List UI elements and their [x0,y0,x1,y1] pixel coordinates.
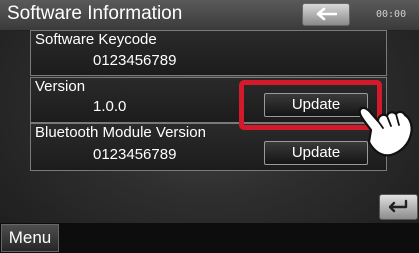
bluetooth-module-version-value: 0123456789 [93,146,177,163]
return-button[interactable] [379,194,418,220]
version-value: 1.0.0 [93,98,127,115]
bluetooth-module-version-label: Bluetooth Module Version [35,124,206,141]
clock: 00:00 [376,9,407,20]
back-button[interactable] [302,3,350,26]
menu-button[interactable]: Menu [1,224,59,252]
title-bar: Software Information 00:00 [0,0,419,31]
software-keycode-row: Software Keycode 0123456789 [30,30,387,76]
back-arrow-icon [316,7,337,21]
bottom-bar [0,223,419,253]
software-keycode-value: 0123456789 [93,52,177,69]
software-information-screen: Software Information 00:00 Software Keyc… [0,0,419,253]
software-keycode-label: Software Keycode [35,31,157,48]
pointing-hand-icon [358,106,413,157]
return-icon [388,199,408,213]
bluetooth-update-button[interactable]: Update [264,141,368,165]
page-title: Software Information [7,3,183,24]
version-label: Version [35,78,86,95]
